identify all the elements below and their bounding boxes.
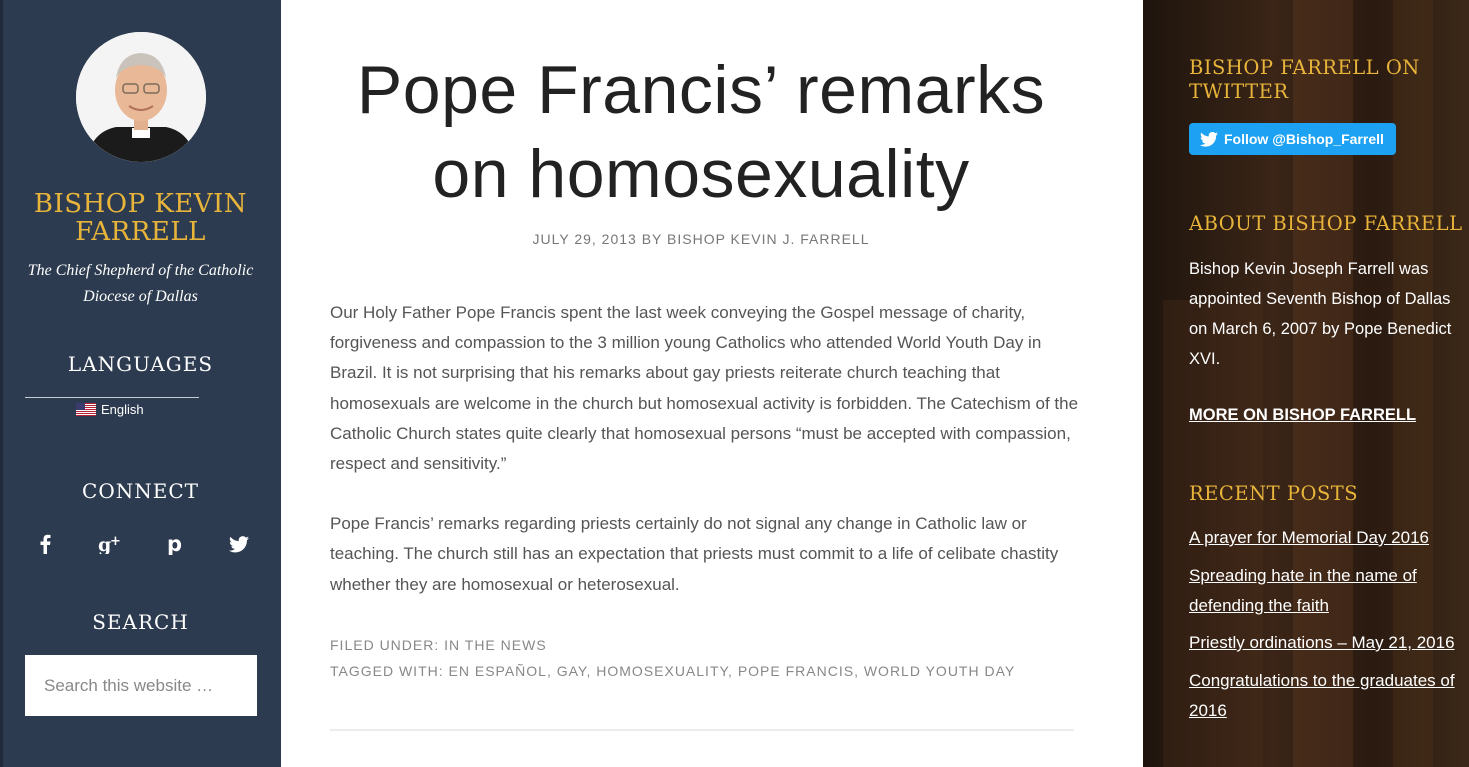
recent-post-link[interactable]: Congratulations to the graduates of 2016 (1189, 671, 1455, 720)
list-item: Spreading hate in the name of defending … (1189, 561, 1464, 621)
right-sidebar: BISHOP FARRELL ON TWITTER Follow @Bishop… (1143, 0, 1469, 767)
post-footer: FILED UNDER: IN THE NEWS TAGGED WITH: EN… (330, 632, 1090, 684)
left-sidebar: BISHOP KEVIN FARRELL The Chief Shepherd … (0, 0, 281, 767)
post-body: Our Holy Father Pope Francis spent the l… (330, 298, 1090, 630)
filed-under-label: FILED UNDER: (330, 637, 445, 653)
avatar (76, 32, 206, 162)
tagged-with: TAGGED WITH: EN ESPAÑOL, GAY, HOMOSEXUAL… (330, 663, 1016, 679)
filed-under: FILED UNDER: IN THE NEWS (330, 632, 1090, 658)
more-on-bishop-link[interactable]: MORE ON BISHOP FARRELL (1189, 406, 1416, 425)
twitter-follow-button[interactable]: Follow @Bishop_Farrell (1189, 123, 1396, 155)
social-icons: g + p (30, 528, 254, 560)
list-item: Priestly ordinations – May 21, 2016 (1189, 628, 1464, 658)
us-flag-icon (76, 403, 96, 416)
search-title: SEARCH (92, 610, 189, 634)
google-plus-icon[interactable]: g + (95, 528, 125, 560)
main-content: Pope Francis’ remarks on homosexuality J… (281, 0, 1143, 767)
tag-link[interactable]: WORLD YOUTH DAY (864, 663, 1015, 679)
twitter-icon[interactable] (224, 528, 254, 560)
recent-post-link[interactable]: A prayer for Memorial Day 2016 (1189, 528, 1429, 547)
tag-link[interactable]: HOMOSEXUALITY (596, 663, 728, 679)
post-meta: JULY 29, 2013 BY BISHOP KEVIN J. FARRELL (532, 231, 870, 247)
post-paragraph: Pope Francis’ remarks regarding priests … (330, 514, 1059, 594)
divider (330, 729, 1074, 731)
tag-link[interactable]: POPE FRANCIS (738, 663, 854, 679)
post-paragraph: Our Holy Father Pope Francis spent the l… (330, 303, 1079, 474)
tag-link[interactable]: EN ESPAÑOL (449, 663, 547, 679)
recent-posts-list: A prayer for Memorial Day 2016 Spreading… (1189, 523, 1464, 733)
post-title[interactable]: Pope Francis’ remarks on homosexuality (311, 48, 1091, 216)
recent-post-link[interactable]: Priestly ordinations – May 21, 2016 (1189, 633, 1455, 652)
svg-text:+: + (110, 534, 121, 549)
about-text: Bishop Kevin Joseph Farrell was appointe… (1189, 260, 1452, 368)
list-item: A prayer for Memorial Day 2016 (1189, 523, 1464, 553)
svg-text:p: p (167, 533, 182, 555)
twitter-widget-title: BISHOP FARRELL ON TWITTER (1189, 56, 1420, 103)
twitter-bird-icon (1200, 131, 1218, 147)
site-title[interactable]: BISHOP KEVIN FARRELL (0, 190, 281, 246)
search-input[interactable] (25, 655, 257, 716)
languages-title: LANGUAGES (67, 352, 214, 376)
tag-link[interactable]: GAY (557, 663, 587, 679)
category-link[interactable]: IN THE NEWS (444, 637, 547, 653)
connect-title: CONNECT (82, 479, 199, 503)
about-widget-title: ABOUT BISHOP FARRELL (1189, 212, 1463, 235)
recent-posts-title: RECENT POSTS (1189, 482, 1359, 505)
sidebar-edge (0, 0, 3, 767)
follow-label: Follow @Bishop_Farrell (1224, 131, 1384, 147)
recent-post-link[interactable]: Spreading hate in the name of defending … (1189, 566, 1417, 615)
facebook-icon[interactable] (30, 528, 60, 560)
pinterest-icon[interactable]: p (159, 528, 189, 560)
language-item-english[interactable]: English (76, 402, 144, 417)
site-tagline: The Chief Shepherd of the Catholic Dioce… (27, 262, 254, 305)
language-label: English (101, 402, 144, 417)
list-item: Congratulations to the graduates of 2016 (1189, 666, 1464, 726)
tagged-with-label: TAGGED WITH: (330, 663, 449, 679)
divider (25, 397, 199, 398)
